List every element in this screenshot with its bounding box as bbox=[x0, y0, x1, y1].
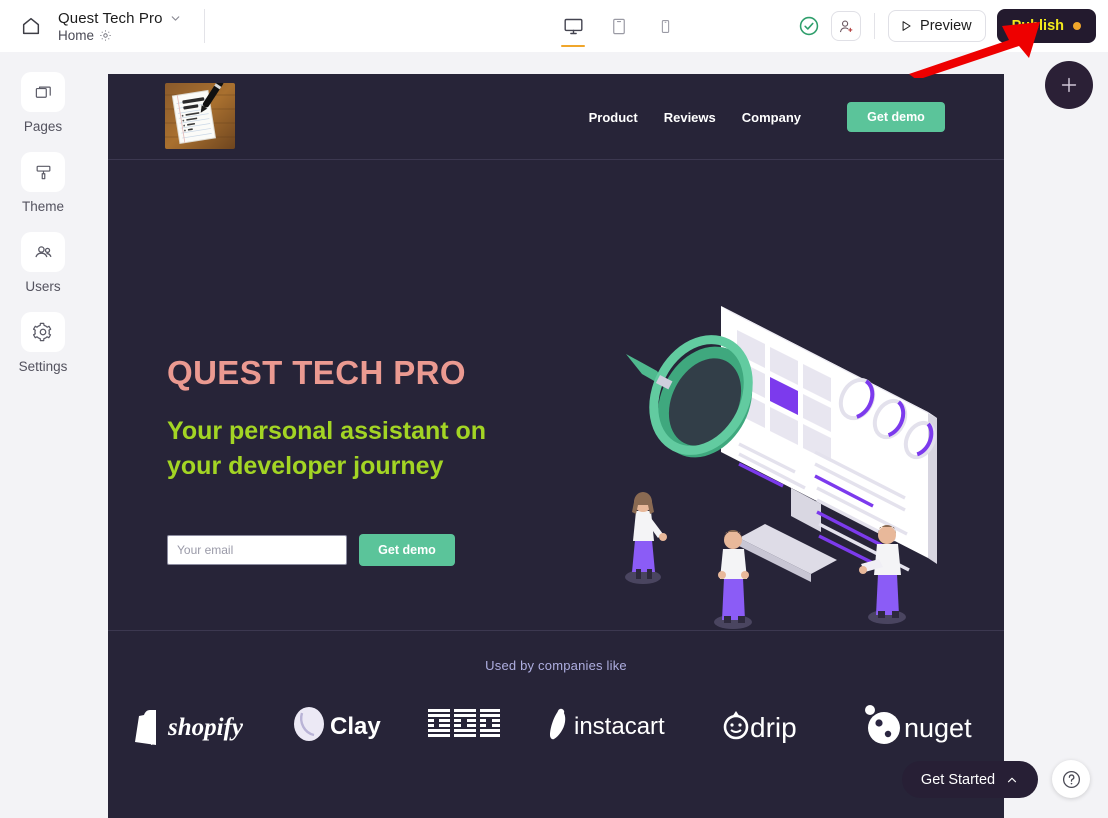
help-button[interactable] bbox=[1052, 760, 1090, 798]
sidebar-label-settings: Settings bbox=[18, 359, 68, 374]
publish-status-dot bbox=[1073, 22, 1081, 30]
paint-roller-icon bbox=[21, 152, 65, 192]
gear-icon[interactable] bbox=[99, 29, 112, 42]
hero-subtitle: Your personal assistant on your develope… bbox=[167, 414, 597, 483]
sidebar-item-theme[interactable]: Theme bbox=[10, 152, 76, 214]
toolbar-right-divider bbox=[874, 13, 876, 39]
device-toggle-mobile[interactable] bbox=[650, 4, 680, 48]
hero-illustration bbox=[605, 292, 965, 642]
toolbar-divider bbox=[203, 9, 205, 43]
left-sidebar: Pages Theme Users Settings bbox=[0, 52, 86, 818]
page-name: Home bbox=[58, 27, 95, 43]
device-toggle-tablet[interactable] bbox=[604, 4, 634, 48]
logo-instacart: instacart bbox=[542, 700, 682, 748]
nav-link-reviews[interactable]: Reviews bbox=[664, 110, 716, 125]
publish-button[interactable]: Publish bbox=[996, 9, 1096, 43]
check-circle-icon[interactable] bbox=[798, 15, 820, 37]
svg-text:nuget: nuget bbox=[904, 713, 972, 743]
play-icon bbox=[899, 19, 913, 33]
chevron-up-icon[interactable] bbox=[1005, 773, 1019, 787]
logo-row: shopify Clay instacart drip nuget bbox=[108, 700, 1004, 748]
question-mark-icon bbox=[1062, 770, 1080, 788]
svg-text:drip: drip bbox=[750, 712, 797, 743]
hero-text-block: QUEST TECH PRO Your personal assistant o… bbox=[167, 356, 597, 483]
email-input[interactable] bbox=[167, 535, 347, 565]
add-user-button[interactable] bbox=[831, 11, 862, 41]
pages-icon bbox=[21, 72, 65, 112]
sidebar-label-theme: Theme bbox=[21, 199, 65, 214]
svg-text:instacart: instacart bbox=[574, 713, 665, 740]
nav-link-product[interactable]: Product bbox=[589, 110, 638, 125]
home-icon[interactable] bbox=[16, 11, 46, 41]
site-logo-image[interactable] bbox=[165, 83, 235, 149]
toolbar-left-group: Quest Tech Pro Home bbox=[0, 0, 205, 52]
site-title-row[interactable]: Quest Tech Pro bbox=[58, 10, 182, 27]
hero-get-demo-button[interactable]: Get demo bbox=[359, 534, 455, 566]
gear-icon bbox=[21, 312, 65, 352]
logo-ibm bbox=[426, 700, 502, 748]
hero-section: QUEST TECH PRO Your personal assistant o… bbox=[108, 160, 1004, 631]
hero-signup-form: Get demo bbox=[167, 534, 455, 566]
sidebar-label-users: Users bbox=[25, 279, 61, 294]
sidebar-item-users[interactable]: Users bbox=[10, 232, 76, 294]
hero-title: QUEST TECH PRO bbox=[167, 354, 466, 391]
top-toolbar: Quest Tech Pro Home Preview Publish bbox=[0, 0, 1108, 52]
users-icon bbox=[21, 232, 65, 272]
get-started-widget[interactable]: Get Started bbox=[902, 761, 1038, 798]
sidebar-item-settings[interactable]: Settings bbox=[10, 312, 76, 374]
logo-drip: drip bbox=[722, 700, 822, 748]
get-started-label: Get Started bbox=[920, 771, 996, 788]
page-row: Home bbox=[58, 28, 182, 43]
sidebar-label-pages: Pages bbox=[23, 119, 63, 134]
sidebar-item-pages[interactable]: Pages bbox=[10, 72, 76, 134]
site-nav: Product Reviews Company Get demo bbox=[589, 74, 945, 160]
hero-subtitle-line2: your developer journey bbox=[167, 451, 444, 480]
header-get-demo-button[interactable]: Get demo bbox=[847, 102, 945, 132]
site-title: Quest Tech Pro bbox=[58, 9, 163, 27]
hero-subtitle-line1: Your personal assistant on bbox=[167, 417, 487, 445]
device-toggle-desktop[interactable] bbox=[558, 4, 588, 48]
active-device-underline bbox=[561, 44, 585, 47]
social-proof-heading: Used by companies like bbox=[485, 658, 627, 673]
logo-nuget: nuget bbox=[862, 700, 980, 748]
svg-text:shopify: shopify bbox=[167, 714, 244, 741]
nav-link-company[interactable]: Company bbox=[742, 110, 801, 125]
svg-text:Clay: Clay bbox=[330, 713, 381, 740]
plus-icon bbox=[1058, 74, 1080, 96]
site-preview-canvas: Product Reviews Company Get demo QUEST T… bbox=[108, 74, 1004, 818]
toolbar-right-group: Preview Publish bbox=[798, 0, 1096, 52]
logo-clay: Clay bbox=[290, 700, 386, 748]
site-meta: Quest Tech Pro Home bbox=[58, 10, 182, 43]
logo-shopify: shopify bbox=[132, 700, 250, 748]
add-section-button[interactable] bbox=[1045, 61, 1093, 109]
site-header: Product Reviews Company Get demo bbox=[108, 74, 1004, 160]
preview-button[interactable]: Preview bbox=[888, 10, 986, 42]
social-proof-section: Used by companies like shopify Clay inst… bbox=[108, 631, 1004, 817]
device-preview-toggle-group bbox=[558, 0, 680, 52]
chevron-down-icon[interactable] bbox=[169, 12, 182, 25]
publish-label: Publish bbox=[1011, 18, 1064, 34]
preview-label: Preview bbox=[920, 18, 972, 34]
